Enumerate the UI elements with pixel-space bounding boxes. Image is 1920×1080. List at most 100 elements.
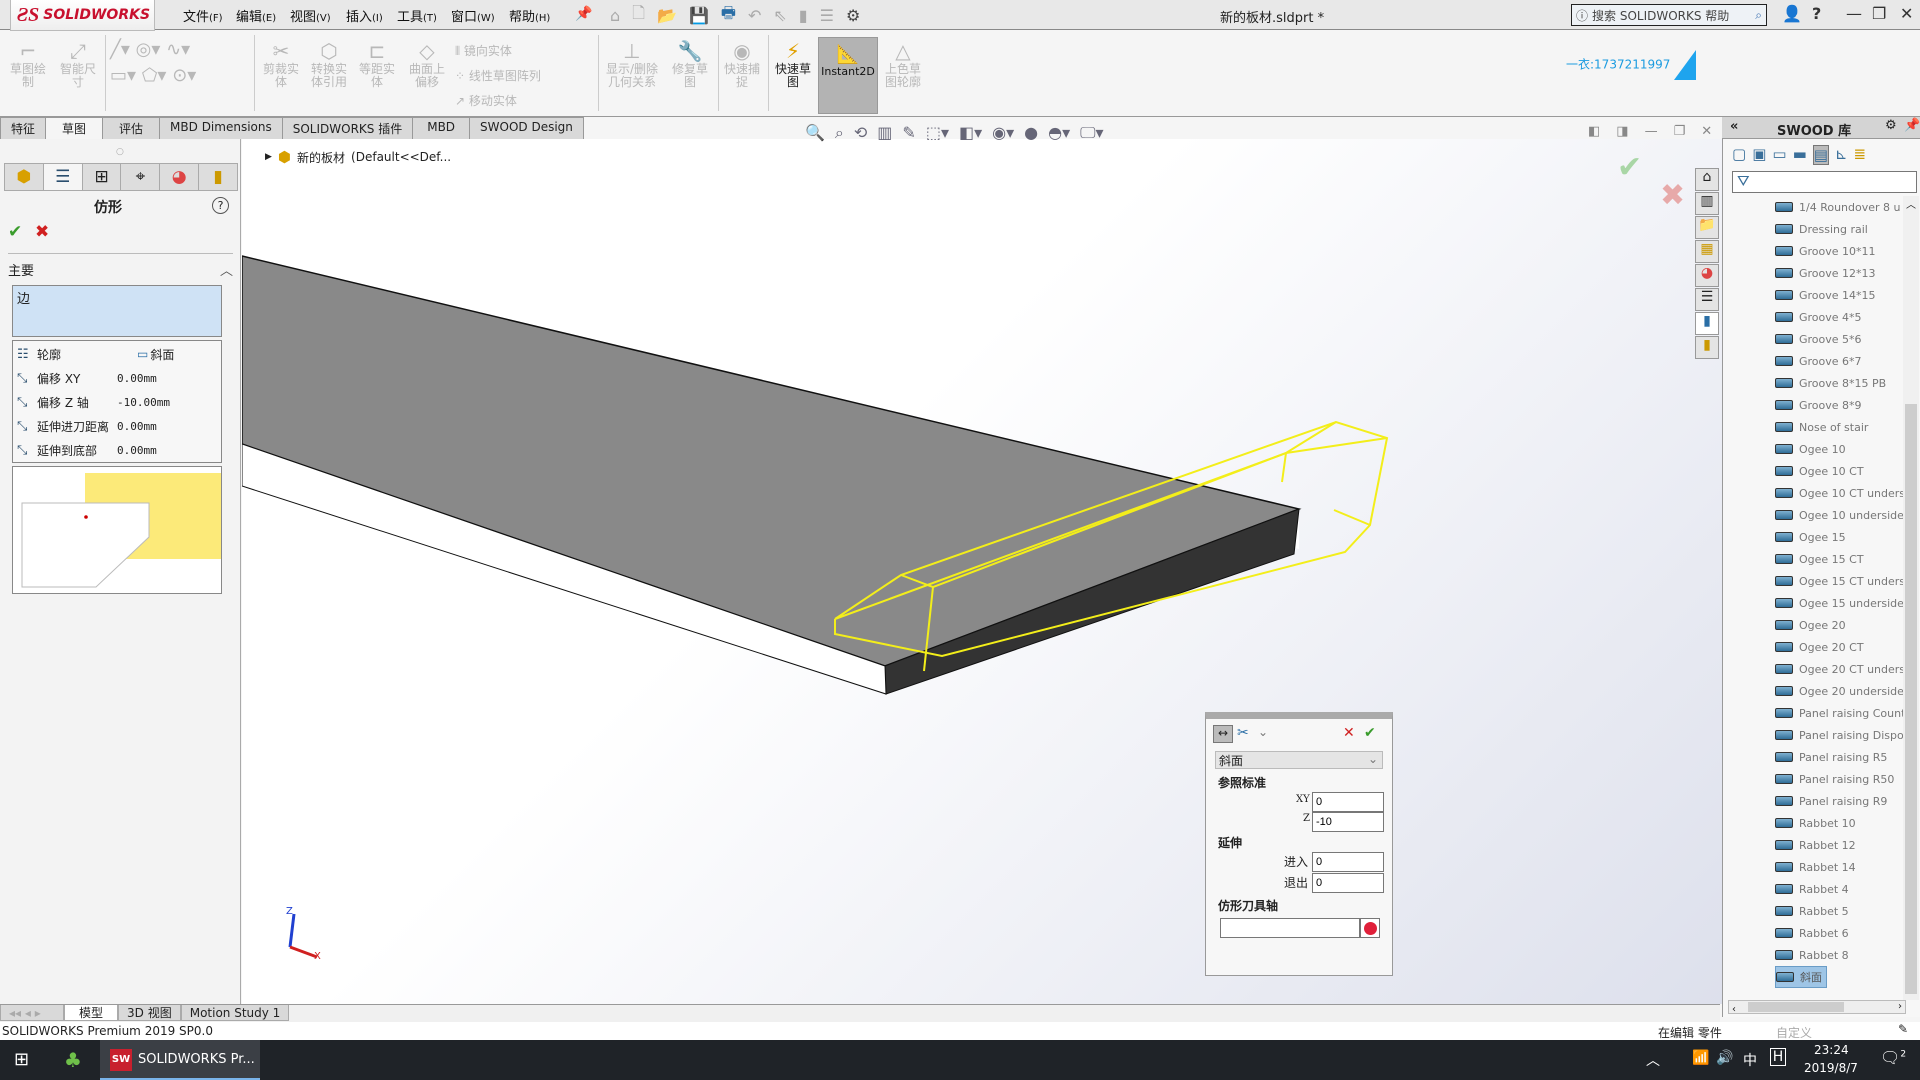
rapid-sketch-button[interactable]: ⚡ 快速草图 [772,39,814,89]
collapse-panel-icon[interactable]: « [1730,119,1738,134]
library-item[interactable]: Groove 6*7 [1775,350,1905,372]
trim-entities-button[interactable]: ✂ 剪裁实体 [258,39,304,89]
pick-axis-button[interactable] [1360,918,1380,938]
smart-dimension-button[interactable]: ⤢ 智能尺寸 [58,39,98,89]
previous-view-icon[interactable]: ⟲ [854,123,867,143]
clock-date[interactable]: 2019/8/7 [1804,1061,1858,1075]
zoom-area-icon[interactable]: ⌕ [835,123,844,143]
library-item[interactable]: Groove 4*5 [1775,306,1905,328]
pin-icon[interactable]: 📌 [1904,118,1920,133]
library-item[interactable]: 1/4 Roundover 8 u [1775,196,1905,218]
taskbar-solidworks[interactable]: SW SOLIDWORKS Pr... [100,1040,260,1080]
library-item[interactable]: Ogee 15 CT unders [1775,570,1905,592]
quick-snaps-button[interactable]: ◉ 快速捕捉 [722,39,762,89]
library-item[interactable]: Panel raising R5 [1775,746,1905,768]
dimension-arrow-icon[interactable]: ↔ [1213,725,1233,743]
swood-tools-icon[interactable]: ▮ [1695,336,1719,359]
cancel-button[interactable]: ✖ [35,222,49,242]
scrollbar-thumb[interactable] [1905,404,1917,994]
library-item[interactable]: Groove 8*9 [1775,394,1905,416]
close-icon[interactable]: ✕ [1900,4,1913,23]
library-item[interactable]: Panel raising Dispo [1775,724,1905,746]
sketch-entities-group[interactable]: ╱▾ ◎▾ ∿▾ ▭▾ ⬠▾ ⊙▾ [110,37,240,89]
menu-edit[interactable]: 编辑(E) [236,6,276,25]
library-item[interactable]: Panel raising R9 [1775,790,1905,812]
prev-tile-icon[interactable]: ◧ [1588,124,1600,139]
home-icon[interactable]: ⌂ [1695,168,1719,191]
library-item[interactable]: Groove 14*15 [1775,284,1905,306]
windows-start-icon[interactable]: ⊞ [14,1049,29,1070]
open-icon[interactable]: 📂 [657,6,677,25]
library-item[interactable]: Panel raising Count [1775,702,1905,724]
library-item[interactable]: Groove 8*15 PB [1775,372,1905,394]
library-item[interactable]: Ogee 10 underside [1775,504,1905,526]
library-filter-input[interactable]: ⛛ [1732,171,1917,193]
menu-view[interactable]: 视图(V) [290,6,331,25]
linear-pattern-button[interactable]: ⁘ 线性草图阵列 [455,64,541,89]
library-item[interactable]: Ogee 15 [1775,526,1905,548]
library-item[interactable]: Rabbet 10 [1775,812,1905,834]
menu-insert[interactable]: 插入(I) [346,6,383,25]
swood-library-icon[interactable]: ▮ [1695,312,1719,335]
view-orientation-icon[interactable]: ⬚▾ [926,123,949,143]
param-row-profile[interactable]: ☷ 轮廓 ▭ 斜面 [17,343,174,365]
print-icon[interactable]: 🖶 [721,2,736,29]
convert-entities-button[interactable]: ⬡ 转换实体引用 [306,39,352,89]
gear-icon[interactable]: ⚙ [1885,118,1897,133]
view-settings-icon[interactable]: 🖵▾ [1080,123,1103,143]
design-library-icon[interactable]: ▥ [1695,192,1719,215]
library-item[interactable]: Dressing rail [1775,218,1905,240]
param-row-extend-bottom[interactable]: ⤡ 延伸到底部 0.00mm [17,439,157,461]
appearance-icon[interactable]: ● [1024,123,1038,143]
confirmation-ok-icon[interactable]: ✔ [1617,150,1642,185]
offset-on-surface-button[interactable]: ◇ 曲面上偏移 [404,39,450,89]
panel-icon[interactable]: ▢ [1732,145,1746,165]
cancel-icon[interactable]: ✕ [1343,725,1355,741]
search-icon[interactable]: ⌕ [1755,8,1762,23]
feature-tree-root[interactable]: ▶ ⬢ 新的板材 (Default<<Def... [265,148,451,166]
section-view-icon[interactable]: ▥ [877,123,892,143]
clock-time[interactable]: 23:24 [1814,1043,1849,1057]
profile-select[interactable]: 斜面 ⌄ [1215,751,1383,769]
group-main-header[interactable]: 主要 ︿ [8,253,233,279]
library-item[interactable]: Rabbet 12 [1775,834,1905,856]
tab-mbd-dimensions[interactable]: MBD Dimensions [159,117,283,139]
restore-icon[interactable]: ❐ [1872,4,1886,23]
tab-sketch[interactable]: 草图 [45,117,104,139]
tab-model[interactable]: 模型 [64,1005,119,1021]
panel-splitter-handle[interactable]: ○ [116,147,124,157]
graphics-area[interactable]: Z X [242,139,1722,1004]
solidworks-logo[interactable]: ƧS SOLIDWORKS [10,0,155,31]
menu-help[interactable]: 帮助(H) [509,6,550,25]
minimize-icon[interactable]: — [1846,4,1862,23]
hide-show-icon[interactable]: ◉▾ [992,123,1014,143]
hscroll-thumb[interactable] [1748,1002,1844,1012]
z-offset-input[interactable] [1312,812,1384,832]
offset-entities-button[interactable]: ⊏ 等距实体 [354,39,400,89]
home-icon[interactable]: ⌂ [610,6,620,25]
library-item[interactable]: Panel raising R50 [1775,768,1905,790]
library-item[interactable]: Ogee 10 [1775,438,1905,460]
profile-category-icon[interactable]: ▤ [1812,145,1829,165]
dimxpert-icon[interactable]: ⌖ [121,164,161,190]
tab-solidworks-addins[interactable]: SOLIDWORKS 插件 [281,117,414,139]
instant2d-button[interactable]: 📐 Instant2D [818,37,878,114]
sketch-button[interactable]: ⌐ 草图绘制 [8,39,48,89]
library-item[interactable]: Ogee 10 CT unders [1775,482,1905,504]
show-hidden-icons[interactable]: ︿ [1646,1050,1660,1070]
tool-axis-input[interactable] [1220,918,1360,938]
next-tile-icon[interactable]: ◨ [1616,124,1628,139]
library-item[interactable]: Rabbet 6 [1775,922,1905,944]
door-icon[interactable]: ▣ [1752,145,1766,165]
library-item[interactable]: Ogee 15 underside [1775,592,1905,614]
display-relations-button[interactable]: ⊥ 显示/删除几何关系 [602,39,662,89]
chevron-down-icon[interactable]: ⌄ [1258,725,1268,739]
library-item[interactable]: Rabbet 5 [1775,900,1905,922]
library-item[interactable]: Groove 5*6 [1775,328,1905,350]
tab-mbd[interactable]: MBD [412,117,471,139]
library-item[interactable]: Rabbet 14 [1775,856,1905,878]
help-search-input[interactable]: ⓘ 搜索 SOLIDWORKS 帮助 ⌕ [1571,4,1767,26]
library-item[interactable]: Ogee 20 underside [1775,680,1905,702]
confirmation-cancel-icon[interactable]: ✖ [1660,178,1685,213]
appearances-icon[interactable]: ◕ [1695,264,1719,287]
